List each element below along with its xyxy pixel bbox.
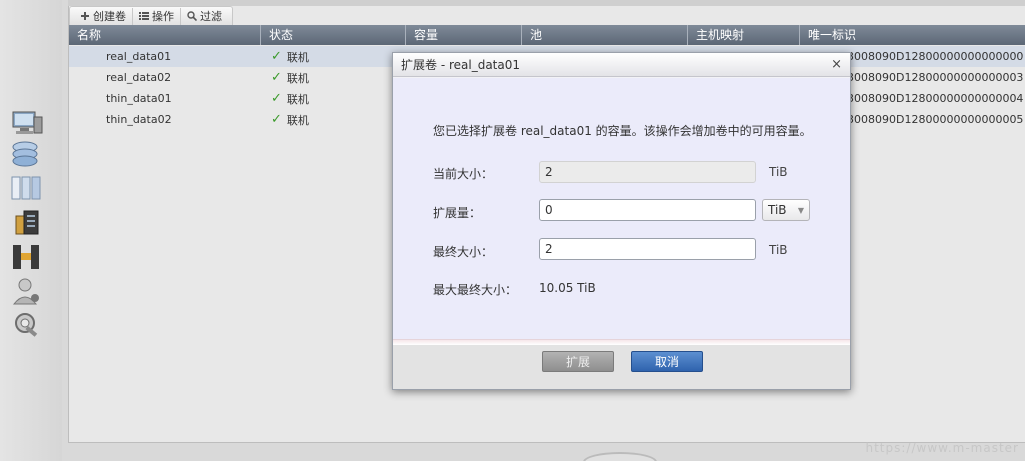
max-final-size-value: 10.05 TiB [539, 281, 596, 295]
search-icon [187, 11, 197, 21]
volume-toolbar: 创建卷 操作 过滤 [69, 6, 233, 25]
left-sidebar [0, 0, 62, 461]
column-header-capacity[interactable]: 容量 [406, 25, 522, 45]
dialog-body: 您已选择扩展卷 real_data01 的容量。该操作会增加卷中的可用容量。 当… [393, 78, 850, 339]
status-text: 联机 [286, 71, 309, 85]
check-icon: ✓ [271, 70, 282, 85]
monitor-icon[interactable] [10, 108, 44, 138]
dialog-title: 扩展卷 - real_data01 [401, 58, 520, 72]
chevron-down-icon: ▼ [797, 205, 804, 215]
unique-id: 3008090D12800000000000005 [847, 113, 1024, 126]
expand-by-label: 扩展量： [433, 206, 482, 220]
unique-id: 3008090D12800000000000003 [847, 71, 1024, 84]
column-header-host-mapping[interactable]: 主机映射 [688, 25, 800, 45]
expand-volume-dialog: 扩展卷 - real_data01 × 您已选择扩展卷 real_data01 … [392, 52, 851, 390]
final-size-unit: TiB [769, 243, 788, 257]
actions-label: 操作 [152, 10, 174, 23]
max-final-size-label: 最大最终大小： [433, 283, 518, 297]
volume-name: thin_data02 [106, 113, 172, 126]
current-size-unit: TiB [769, 165, 788, 179]
filter-button[interactable]: 过滤 [181, 8, 228, 25]
bottom-handle [583, 452, 657, 461]
status-text: 联机 [286, 50, 309, 64]
status-text: 联机 [286, 92, 309, 106]
column-header-name[interactable]: 名称 [69, 25, 261, 45]
expand-by-input[interactable] [539, 199, 756, 221]
expand-unit-value: TiB [768, 203, 787, 217]
server-icon[interactable] [10, 208, 44, 238]
current-size-label: 当前大小： [433, 167, 494, 181]
column-header-unique-id[interactable]: 唯一标识 [800, 25, 1025, 45]
current-size-field [539, 161, 756, 183]
final-size-label: 最终大小： [433, 245, 494, 259]
table-header: 名称 状态 容量 池 主机映射 唯一标识 [69, 25, 1025, 45]
status-text: 联机 [286, 113, 309, 127]
dialog-footer: 扩展 取消 [393, 345, 850, 389]
storage-disks-icon[interactable] [10, 140, 44, 170]
volume-icon[interactable] [10, 174, 44, 204]
dialog-titlebar[interactable]: 扩展卷 - real_data01 × [393, 53, 850, 77]
actions-button[interactable]: 操作 [133, 7, 181, 25]
watermark: https://www.m-master [865, 441, 1019, 455]
final-size-input[interactable] [539, 238, 756, 260]
volume-name: real_data02 [106, 71, 172, 84]
user-icon[interactable] [10, 276, 44, 306]
create-volume-label: 创建卷 [93, 10, 126, 23]
expand-unit-select[interactable]: TiB ▼ [762, 199, 810, 221]
list-icon [139, 12, 149, 20]
check-icon: ✓ [271, 112, 282, 127]
filter-label: 过滤 [200, 10, 222, 23]
expand-button[interactable]: 扩展 [542, 351, 614, 372]
plus-icon [81, 12, 89, 20]
column-header-status[interactable]: 状态 [261, 25, 406, 45]
cancel-button[interactable]: 取消 [631, 351, 703, 372]
dialog-message: 您已选择扩展卷 real_data01 的容量。该操作会增加卷中的可用容量。 [433, 124, 812, 138]
unique-id: 3008090D12800000000000004 [847, 92, 1024, 105]
check-icon: ✓ [271, 49, 282, 64]
volume-name: real_data01 [106, 50, 172, 63]
volume-name: thin_data01 [106, 92, 172, 105]
check-icon: ✓ [271, 91, 282, 106]
unique-id: 3008090D12800000000000000 [847, 50, 1024, 63]
close-icon[interactable]: × [831, 57, 842, 72]
create-volume-button[interactable]: 创建卷 [74, 7, 133, 25]
settings-wrench-icon[interactable] [10, 308, 44, 338]
column-header-pool[interactable]: 池 [522, 25, 688, 45]
host-mapping-icon[interactable] [10, 242, 44, 272]
